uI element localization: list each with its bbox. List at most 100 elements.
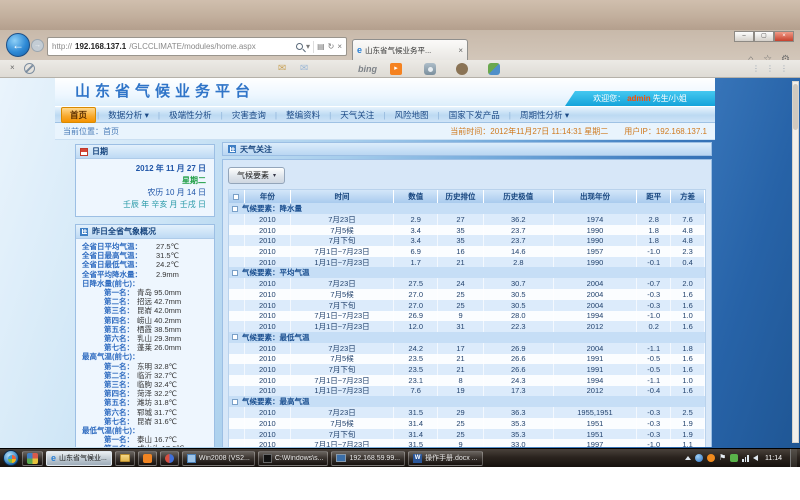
nav-item-4[interactable]: 灾害查询 bbox=[224, 108, 274, 122]
browser-tab[interactable]: e 山东省气候业务平... × bbox=[352, 39, 468, 60]
taskbar-button-pin[interactable] bbox=[22, 451, 43, 466]
taskbar-button-ie[interactable]: e山东省气候业... bbox=[46, 451, 112, 466]
blocked-icon[interactable] bbox=[24, 63, 35, 74]
table-cell: 1951 bbox=[554, 418, 638, 429]
screen: – ▢ × ← → http://192.168.137.1/GLCCLIMAT… bbox=[0, 0, 800, 467]
page-scrollbar[interactable] bbox=[792, 81, 799, 443]
row-checkbox-cell bbox=[229, 386, 245, 397]
close-button[interactable]: × bbox=[774, 31, 794, 42]
taskbar-button-remote[interactable]: 192.168.59.99... bbox=[331, 451, 405, 466]
network-icon[interactable] bbox=[742, 455, 749, 462]
bing-logo[interactable]: bing bbox=[358, 64, 377, 74]
table-cell: 2010 bbox=[245, 300, 291, 311]
table-row[interactable]: 20107月23日24.21726.92004-1.11.8 bbox=[229, 343, 705, 354]
group-checkbox[interactable] bbox=[232, 206, 238, 212]
taskbar-button-cmd[interactable]: C:\Windows\s... bbox=[258, 451, 329, 466]
table-row[interactable]: 20107月5候31.42535.31951-0.31.9 bbox=[229, 418, 705, 429]
community-icon[interactable] bbox=[488, 63, 500, 75]
nav-item-2[interactable]: 数据分析 ▾ bbox=[100, 108, 157, 122]
table-cell: 1990 bbox=[554, 235, 638, 246]
bing-badge-icon[interactable]: ▸ bbox=[390, 63, 402, 75]
table-row[interactable]: 20101月1日~7月23日12.03122.320120.21.6 bbox=[229, 321, 705, 332]
update-icon[interactable] bbox=[695, 454, 703, 462]
rank-value: 成山头 17.6℃ bbox=[137, 444, 185, 447]
group-checkbox[interactable] bbox=[232, 399, 238, 405]
table-row[interactable]: 20101月1日~7月23日7.61917.32012-0.41.6 bbox=[229, 386, 705, 397]
data-table: 年份时间数值历史排位历史极值出现年份距平方差气候要素：降水量20107月23日2… bbox=[228, 189, 706, 447]
table-cell: 1951 bbox=[554, 429, 638, 440]
minimize-button[interactable]: – bbox=[734, 31, 754, 42]
security-icon[interactable] bbox=[730, 454, 738, 462]
calendar-icon bbox=[80, 148, 88, 156]
nav-item-9[interactable]: 周期性分析 ▾ bbox=[512, 108, 577, 122]
start-button[interactable] bbox=[3, 450, 19, 466]
ime-icon[interactable] bbox=[707, 454, 715, 462]
address-bar[interactable]: http://192.168.137.1/GLCCLIMATE/modules/… bbox=[47, 37, 347, 56]
table-row[interactable]: 20107月5候3.43523.719901.84.8 bbox=[229, 225, 705, 236]
group-header-row[interactable]: 气候要素：降水量 bbox=[229, 203, 705, 214]
mail2-icon[interactable]: ✉ bbox=[300, 63, 308, 74]
select-all-checkbox[interactable] bbox=[233, 194, 239, 200]
show-desktop-button[interactable] bbox=[790, 449, 797, 468]
search-icon[interactable] bbox=[296, 43, 303, 50]
table-row[interactable]: 20107月1日~7月23日6.91614.61957-1.02.3 bbox=[229, 246, 705, 257]
taskbar-button-orange[interactable] bbox=[138, 451, 157, 466]
taskbar-button-media[interactable] bbox=[160, 451, 179, 466]
hidden-icons-arrow[interactable] bbox=[685, 456, 691, 460]
nav-item-5[interactable]: 整编资料 bbox=[278, 108, 328, 122]
nav-item-3[interactable]: 极端性分析 bbox=[161, 108, 220, 122]
forward-button[interactable]: → bbox=[31, 39, 44, 52]
site-banner: 山东省气候业务平台 欢迎您：admin先生/小姐 bbox=[55, 78, 715, 106]
table-row[interactable]: 20107月1日~7月23日23.1824.31994-1.11.0 bbox=[229, 375, 705, 386]
table-row[interactable]: 20107月5候23.52126.61991-0.51.6 bbox=[229, 354, 705, 365]
taskbar-button-window[interactable]: Win2008 (VS2... bbox=[182, 451, 255, 466]
mail-icon[interactable]: ✉ bbox=[278, 63, 286, 74]
volume-icon[interactable] bbox=[753, 455, 758, 461]
table-row[interactable]: 20107月5候27.02530.52004-0.31.6 bbox=[229, 289, 705, 300]
paw-icon[interactable] bbox=[456, 63, 468, 75]
maximize-button[interactable]: ▢ bbox=[754, 31, 774, 42]
table-row[interactable]: 20107月下旬23.52126.61991-0.51.6 bbox=[229, 364, 705, 375]
table-row[interactable]: 20107月23日27.52430.72004-0.72.0 bbox=[229, 278, 705, 289]
table-row[interactable]: 20101月1日~7月23日1.7212.81990-0.10.4 bbox=[229, 257, 705, 268]
table-row[interactable]: 20107月1日~7月23日26.9928.01994-1.01.0 bbox=[229, 311, 705, 322]
taskbar-button-label: 山东省气候业... bbox=[59, 453, 107, 463]
table-cell: 2.3 bbox=[671, 246, 705, 257]
table-row[interactable]: 20107月23日2.92736.219742.87.6 bbox=[229, 214, 705, 225]
table-row[interactable]: 20107月下旬27.02530.52004-0.31.6 bbox=[229, 300, 705, 311]
element-filter-button[interactable]: 气候要素 ▾ bbox=[228, 167, 285, 184]
tray-clock[interactable]: 11:14 bbox=[765, 455, 782, 462]
tab-close-icon[interactable]: × bbox=[458, 46, 463, 55]
nav-item-6[interactable]: 天气关注 bbox=[332, 108, 382, 122]
compatibility-icon[interactable]: ▤ bbox=[317, 42, 325, 51]
group-header-row[interactable]: 气候要素：平均气温 bbox=[229, 267, 705, 278]
group-header-row[interactable]: 气候要素：最高气温 bbox=[229, 396, 705, 407]
group-header-row[interactable]: 气候要素：最低气温 bbox=[229, 332, 705, 343]
toolbar-overflow-dots[interactable]: ⋮⋮⋮ bbox=[752, 64, 788, 73]
scrollbar-thumb[interactable] bbox=[793, 84, 798, 130]
back-button[interactable]: ← bbox=[6, 33, 30, 57]
row-checkbox-cell bbox=[229, 375, 245, 386]
table-cell: -0.4 bbox=[637, 386, 671, 397]
taskbar-button-word[interactable]: W操作手册.docx ... bbox=[408, 451, 483, 466]
nav-item-7[interactable]: 风险地图 bbox=[387, 108, 437, 122]
table-row[interactable]: 20107月1日~7月23日31.5933.01997-1.01.1 bbox=[229, 439, 705, 447]
table-cell: -0.3 bbox=[637, 418, 671, 429]
action-center-flag-icon[interactable]: ⚑ bbox=[719, 454, 726, 462]
chevron-down-icon[interactable]: ▾ bbox=[306, 42, 310, 51]
group-checkbox[interactable] bbox=[232, 334, 238, 340]
refresh-icon[interactable]: ↻ bbox=[328, 42, 335, 51]
row-checkbox-cell bbox=[229, 321, 245, 332]
stop-icon[interactable]: × bbox=[337, 42, 342, 51]
group-checkbox[interactable] bbox=[232, 270, 238, 276]
nav-item-8[interactable]: 国家下发产品 bbox=[441, 108, 508, 122]
nav-item-1[interactable]: 首页 bbox=[61, 107, 96, 123]
camera-icon[interactable] bbox=[424, 63, 436, 75]
taskbar-button-folder[interactable] bbox=[115, 451, 135, 466]
window-icon bbox=[187, 454, 196, 463]
column-header: 数值 bbox=[394, 190, 438, 203]
table-row[interactable]: 20107月下旬3.43523.719901.84.8 bbox=[229, 235, 705, 246]
toolbar-close-icon[interactable]: × bbox=[10, 63, 15, 72]
table-row[interactable]: 20107月23日31.52936.31955,1951-0.32.5 bbox=[229, 407, 705, 418]
table-row[interactable]: 20107月下旬31.42535.31951-0.31.9 bbox=[229, 429, 705, 440]
